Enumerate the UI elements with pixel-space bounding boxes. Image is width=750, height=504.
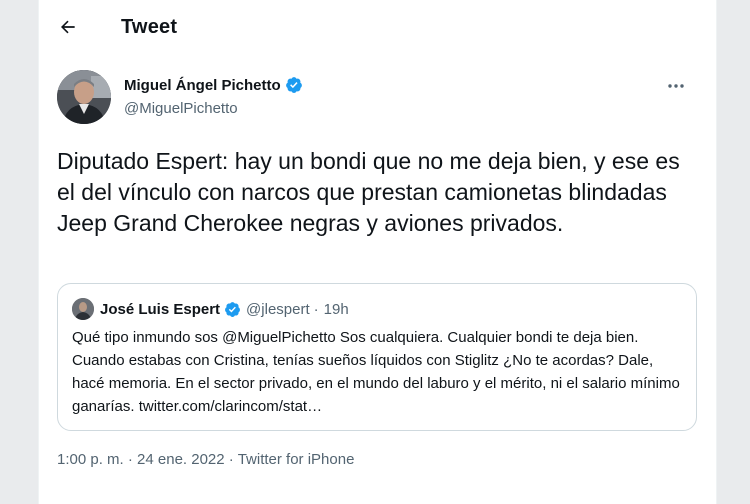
tweet-source[interactable]: Twitter for iPhone [238,451,355,468]
tweet-timestamp[interactable]: 1:00 p. m. · 24 ene. 2022 [57,451,225,468]
quoted-avatar [72,298,94,320]
tweet-author: Miguel Ángel Pichetto @MiguelPichetto [57,70,697,126]
more-horizontal-icon [668,84,684,88]
avatar-image [57,70,111,124]
quoted-author-name: José Luis Espert [100,300,221,318]
tweet-meta: 1:00 p. m. · 24 ene. 2022 · Twitter for … [57,451,354,468]
tweet-column: Tweet Miguel Ángel Pichetto @MiguelPiche… [38,0,717,504]
quoted-tweet-header: José Luis Espert @jlespert · 19h [72,298,349,320]
author-name[interactable]: Miguel Ángel Pichetto [124,77,281,94]
verified-badge-icon [285,76,303,94]
quoted-tweet-text: Qué tipo inmundo sos @MiguelPichetto Sos… [72,329,680,415]
quoted-time: 19h [323,300,349,318]
more-button[interactable] [663,76,689,96]
quoted-separator: · [313,300,319,318]
author-handle[interactable]: @MiguelPichetto [124,100,238,117]
author-name-row: Miguel Ángel Pichetto [124,76,303,94]
meta-separator: · [228,451,234,468]
quoted-tweet[interactable]: José Luis Espert @jlespert · 19h Qué tip… [57,283,697,431]
back-button[interactable] [53,12,83,42]
quoted-verified-badge-icon [224,301,241,318]
avatar[interactable] [57,70,111,124]
tweet-text: Diputado Espert: hay un bondi que no me … [57,148,680,236]
tweet-header: Tweet [39,0,716,56]
quoted-author-handle: @jlespert [246,300,310,318]
arrow-left-icon [61,20,75,34]
page-title: Tweet [121,16,178,38]
